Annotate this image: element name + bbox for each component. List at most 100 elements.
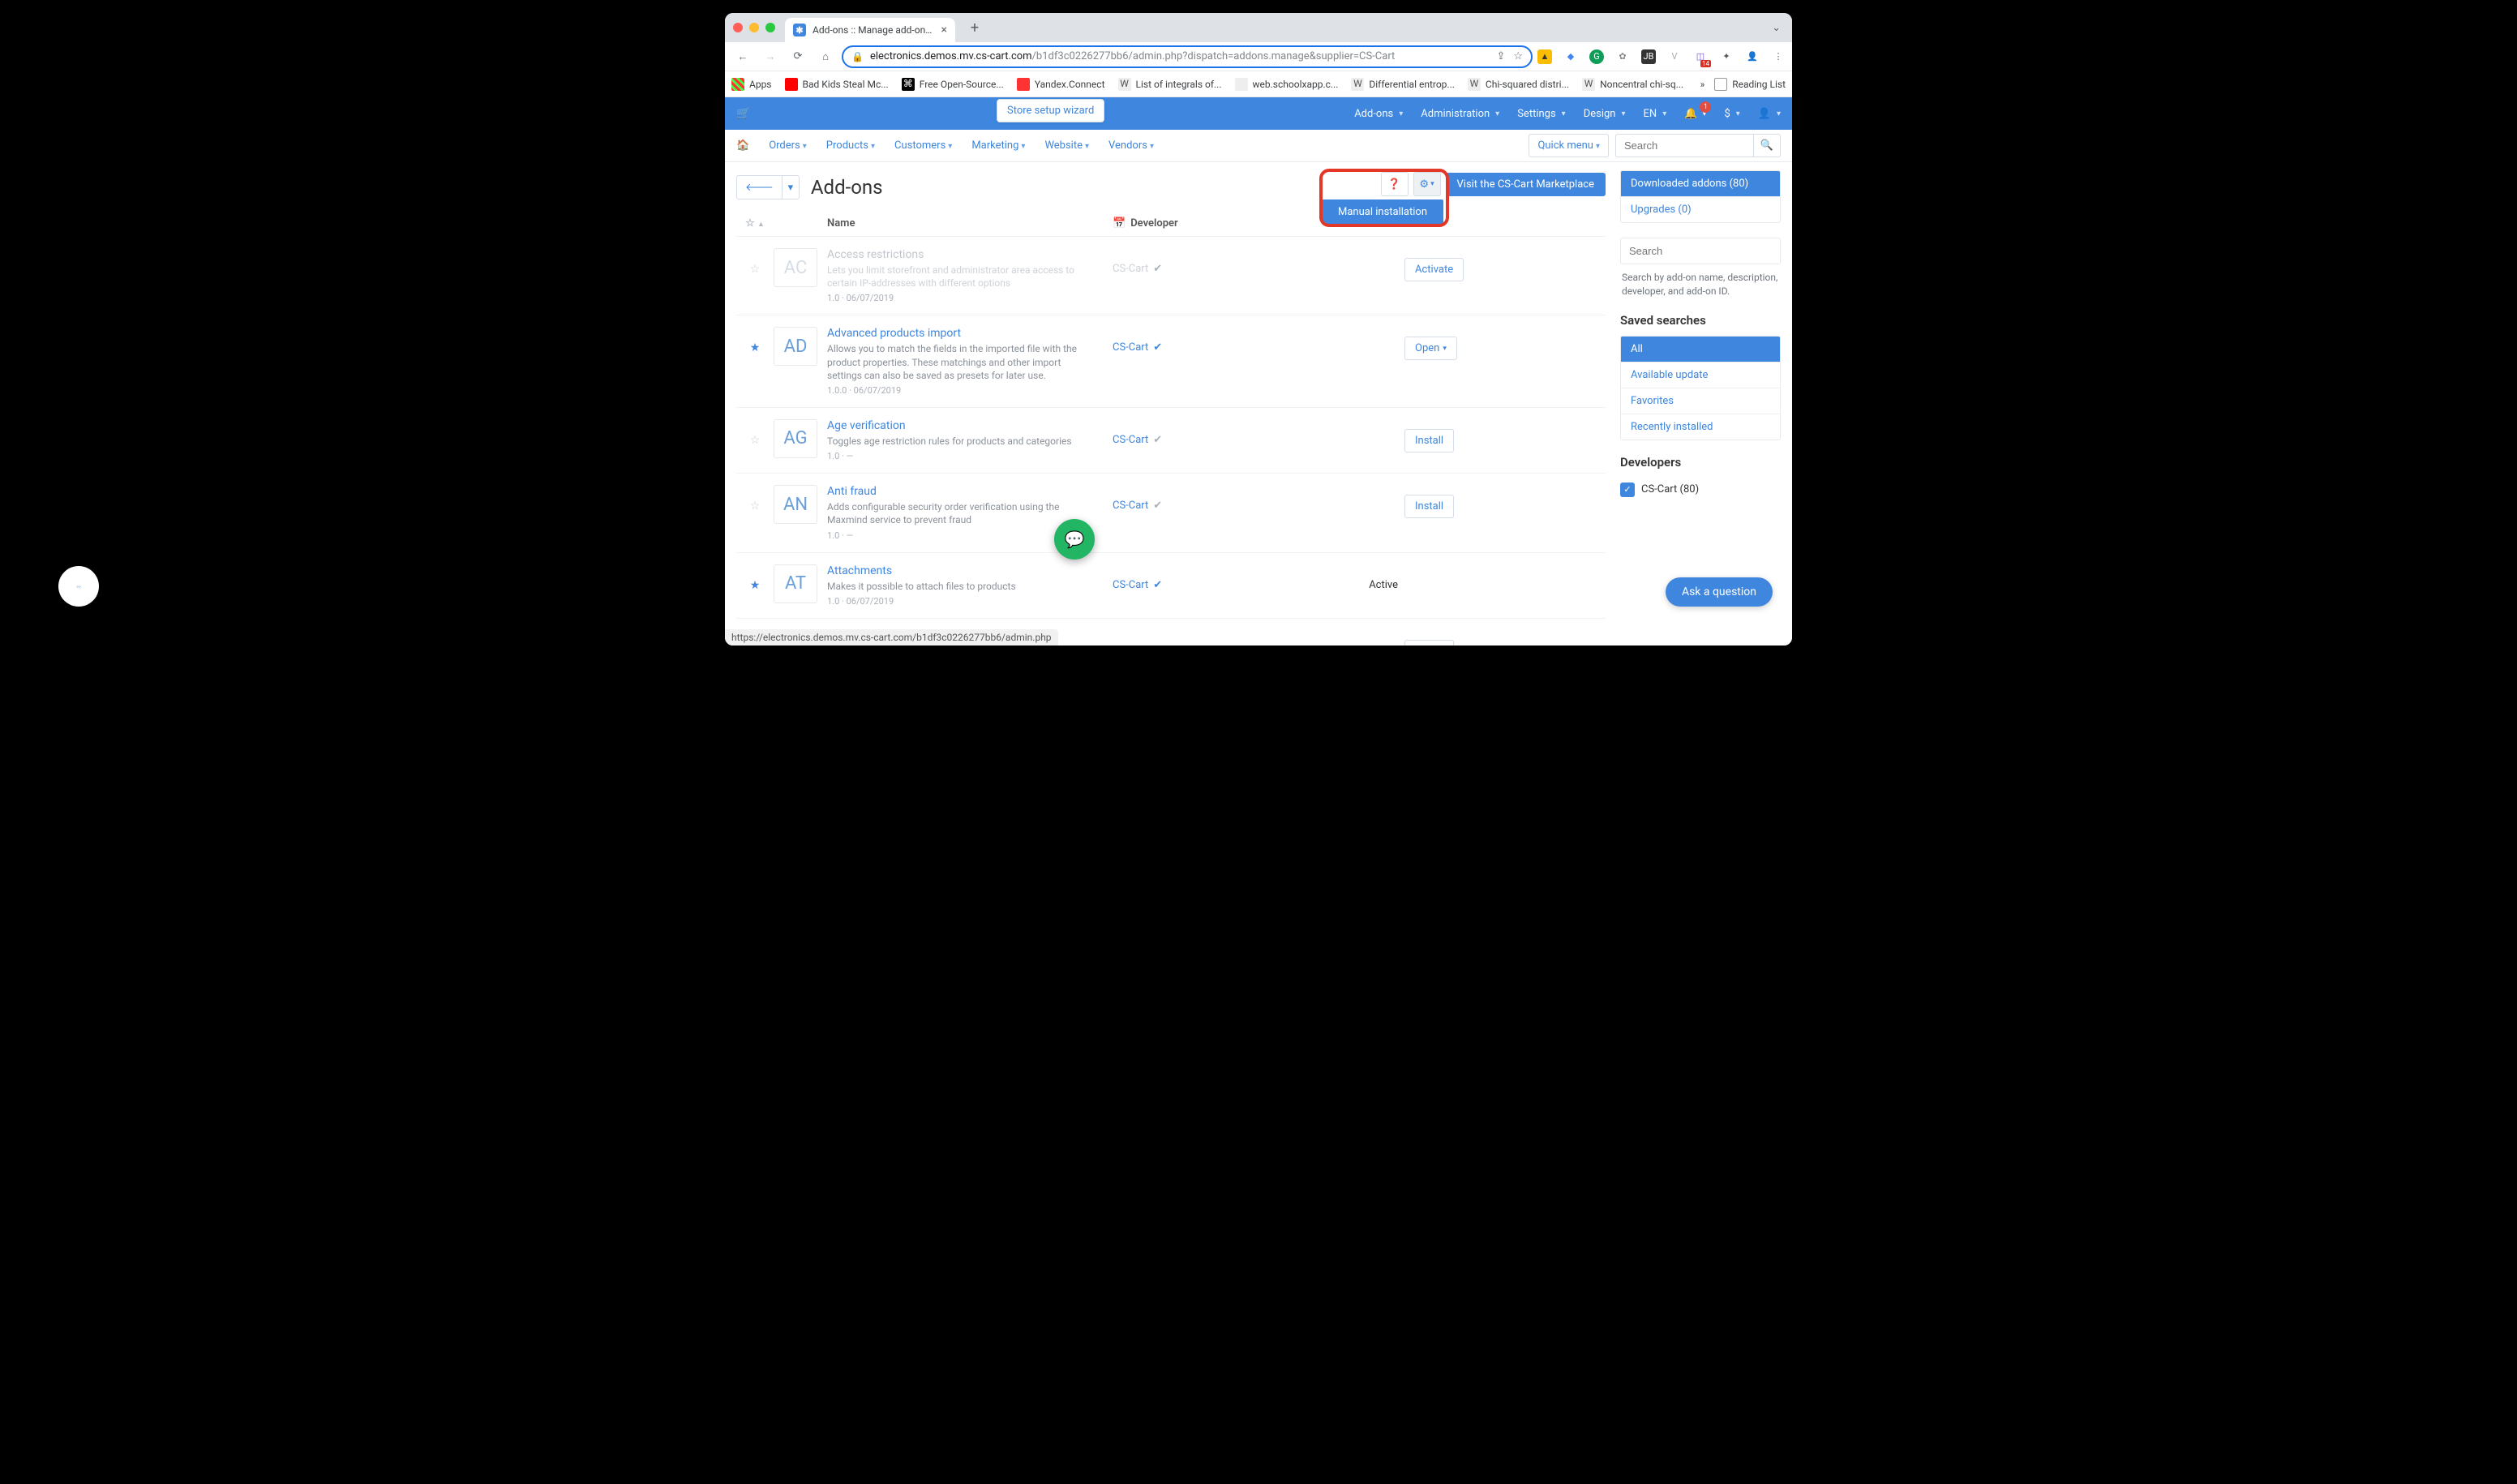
gear-button[interactable]: ⚙ ▾ (1413, 172, 1441, 196)
nav-marketing[interactable]: Marketing (971, 139, 1025, 152)
maximize-window-icon[interactable] (765, 23, 775, 32)
back-button[interactable]: ← (731, 45, 754, 68)
bookmark-item[interactable]: web.schoolxapp.c... (1235, 78, 1339, 91)
col-name[interactable]: Name (827, 217, 1109, 229)
developer-checkbox-cscart[interactable]: ✓ CS-Cart (80) (1620, 478, 1781, 502)
favorite-star-icon[interactable]: ☆ (736, 248, 774, 276)
ext-diamond-icon[interactable]: ◆ (1563, 49, 1578, 64)
chat-fab-icon[interactable]: 💬 (1054, 519, 1095, 560)
nav-customers[interactable]: Customers (894, 139, 952, 152)
col-developer[interactable]: 📅Developer (1109, 217, 1310, 229)
ask-question-button[interactable]: Ask a question (1666, 577, 1773, 607)
store-setup-wizard-button[interactable]: Store setup wizard (997, 99, 1104, 122)
saved-searches-title: Saved searches (1620, 313, 1781, 336)
addon-developer[interactable]: CS-Cart ✔ (1109, 248, 1310, 275)
favorite-star-icon[interactable]: ☆ (736, 419, 774, 447)
addon-title[interactable]: Attachments (827, 564, 1109, 577)
sidebar-tab-upgrades[interactable]: Upgrades (0) (1621, 196, 1780, 222)
addon-action-button[interactable]: Install (1404, 429, 1454, 452)
global-search: 🔍 (1615, 134, 1781, 157)
bookmark-item[interactable]: WChi-squared distri... (1468, 78, 1569, 91)
addon-title[interactable]: Age verification (827, 419, 1109, 432)
menu-account[interactable]: 👤 (1758, 108, 1781, 120)
addons-table-header: ☆ ▲ Name 📅Developer Status (736, 211, 1606, 237)
addon-developer[interactable]: CS-Cart ✔ (1109, 630, 1310, 645)
saved-search-recently-installed[interactable]: Recently installed (1621, 414, 1780, 440)
sidebar-tab-downloaded[interactable]: Downloaded addons (80) (1621, 171, 1780, 196)
addon-developer[interactable]: CS-Cart ✔ (1109, 327, 1310, 354)
close-window-icon[interactable] (733, 23, 743, 32)
minimize-window-icon[interactable] (749, 23, 759, 32)
col-favorite-icon[interactable]: ☆ ▲ (736, 217, 774, 229)
notifications-icon[interactable]: 🔔1▾ (1684, 108, 1706, 120)
reload-button[interactable]: ⟳ (787, 45, 809, 68)
addon-action-button[interactable]: Activate (1404, 258, 1464, 281)
ext-grammarly-icon[interactable]: G (1589, 49, 1604, 64)
browser-tab[interactable]: ✱ Add-ons :: Manage add-ons - / × (785, 18, 955, 42)
bookmark-item[interactable]: Bad Kids Steal Mc... (785, 78, 889, 91)
addon-meta: 1.0 · 06/07/2019 (827, 596, 1109, 607)
addon-title[interactable]: Advanced products import (827, 327, 1109, 340)
bookmark-item[interactable]: WNoncentral chi-sq... (1582, 78, 1683, 91)
ext-badge-icon[interactable]: ◫14 (1693, 49, 1708, 64)
share-icon[interactable]: ⇪ (1496, 50, 1505, 62)
addon-action-button[interactable]: Install (1404, 495, 1454, 518)
menu-language[interactable]: EN (1644, 108, 1667, 120)
bookmark-item[interactable]: WDifferential entrop... (1351, 78, 1455, 91)
global-search-button[interactable]: 🔍 (1753, 134, 1781, 157)
ext-v-icon[interactable]: V (1667, 49, 1682, 64)
ext-puzzle-icon[interactable]: ✦ (1719, 49, 1734, 64)
sidebar-search-input[interactable] (1620, 238, 1781, 264)
addon-developer[interactable]: CS-Cart ✔ (1109, 564, 1310, 591)
saved-search-available-update[interactable]: Available update (1621, 362, 1780, 388)
ext-jb-icon[interactable]: JB (1641, 49, 1656, 64)
star-icon[interactable]: ☆ (1513, 50, 1523, 62)
nav-home-icon[interactable]: 🏠 (736, 139, 749, 152)
addon-title[interactable]: Access restrictions (827, 248, 1109, 261)
saved-search-all[interactable]: All (1621, 337, 1780, 362)
menu-design[interactable]: Design (1584, 108, 1626, 120)
menu-currency[interactable]: $ (1724, 108, 1739, 120)
addon-action-button[interactable]: Install (1404, 640, 1454, 645)
menu-addons[interactable]: Add-ons (1354, 108, 1403, 120)
nav-products[interactable]: Products (826, 139, 875, 152)
window-controls[interactable] (733, 23, 775, 32)
floating-logo-icon[interactable]: ◦◦ (58, 566, 99, 607)
profile-avatar-icon[interactable]: 👤 (1745, 49, 1760, 64)
ext-gear-icon[interactable]: ✿ (1615, 49, 1630, 64)
visit-marketplace-button[interactable]: Visit the CS-Cart Marketplace (1446, 173, 1606, 196)
favorite-star-icon[interactable]: ★ (736, 564, 774, 592)
bookmark-item[interactable]: ⌘Free Open-Source... (902, 78, 1004, 91)
bookmarks-overflow-icon[interactable]: » (1700, 79, 1705, 90)
addon-developer[interactable]: CS-Cart ✔ (1109, 485, 1310, 512)
favorite-star-icon[interactable]: ★ (736, 327, 774, 354)
apps-shortcut[interactable]: Apps (731, 78, 772, 91)
nav-vendors[interactable]: Vendors (1108, 139, 1154, 152)
address-bar[interactable]: 🔒 electronics.demos.mv.cs-cart.com/b1df3… (842, 45, 1533, 68)
quick-menu-button[interactable]: Quick menu (1529, 134, 1609, 157)
global-search-input[interactable] (1615, 134, 1753, 157)
menu-settings[interactable]: Settings (1517, 108, 1566, 120)
page-back-dropdown[interactable]: ▾ (782, 176, 799, 199)
kebab-menu-icon[interactable]: ⋮ (1771, 49, 1786, 64)
page-back-button[interactable]: 🡐 (737, 176, 782, 199)
menu-administration[interactable]: Administration (1421, 108, 1499, 120)
tabs-overflow-icon[interactable]: ⌄ (1772, 22, 1781, 34)
bookmark-item[interactable]: WList of integrals of... (1118, 78, 1222, 91)
addon-title[interactable]: Anti fraud (827, 485, 1109, 498)
gear-dropdown-item-manual-installation[interactable]: Manual installation (1322, 199, 1443, 225)
nav-orders[interactable]: Orders (769, 139, 807, 152)
addon-action-button[interactable]: Open ▾ (1404, 337, 1457, 360)
bookmark-item[interactable]: Yandex.Connect (1017, 78, 1105, 91)
ext-drive-icon[interactable]: ▲ (1537, 49, 1552, 64)
help-button[interactable]: ❓ (1381, 172, 1409, 196)
reading-list-button[interactable]: Reading List (1714, 78, 1786, 91)
favorite-star-icon[interactable]: ☆ (736, 485, 774, 513)
cart-icon[interactable]: 🛒 (736, 107, 750, 120)
home-button[interactable]: ⌂ (814, 45, 837, 68)
saved-search-favorites[interactable]: Favorites (1621, 388, 1780, 414)
addon-developer[interactable]: CS-Cart ✔ (1109, 419, 1310, 446)
nav-website[interactable]: Website (1044, 139, 1089, 152)
tab-close-icon[interactable]: × (941, 24, 947, 36)
new-tab-button[interactable]: + (963, 19, 986, 36)
